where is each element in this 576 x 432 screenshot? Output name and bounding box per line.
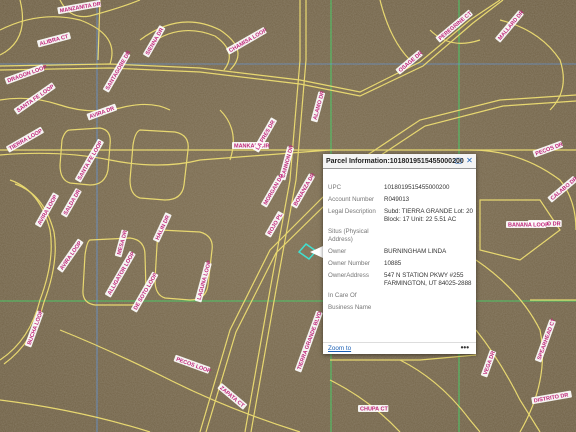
attribute-value: Subd: TIERRA GRANDE Lot: 20 Block: 17 Un… [384,208,473,223]
popup-pointer [310,246,323,258]
attribute-value [384,292,473,300]
attribute-label: Owner [328,248,347,255]
more-options-icon[interactable]: ••• [461,343,469,352]
attribute-row: Legal Description Subd: TIERRA GRANDE Lot… [328,208,473,224]
popup-title: Parcel Information:1018019515455000200 [326,158,464,165]
svg-text:BANANA LOOP: BANANA LOOP [508,223,549,229]
dock-icon[interactable]: ▢ [454,156,463,165]
attribute-value: 1018019515455000200 [384,184,450,191]
attribute-row: In Care Of [328,292,473,300]
popup-attributes[interactable]: UPC 1018019515455000200 Account Number R049… [328,184,473,338]
attribute-value: 10885 [384,260,402,267]
attribute-value: BURNINGHAM LINDA [384,248,447,255]
zoom-to-link[interactable]: Zoom to [328,345,351,352]
map-canvas[interactable]: MANZANITA DRALIBRA CTDRAGON LOOPSANTA FE… [0,0,576,432]
attribute-label: Situs (Physical Address) [328,228,369,243]
attribute-row: Business Name [328,304,473,312]
attribute-value [384,228,473,244]
popup-controls: ▢ ✕ [454,156,474,166]
road-label: BANANA LOOP [506,221,549,229]
attribute-row: OwnerAddress 547 N STATION PKWY #255 FARM… [328,272,473,288]
attribute-row: Owner BURNINGHAM LINDA [328,248,473,256]
attribute-value [384,304,473,312]
attribute-row: Situs (Physical Address) [328,228,473,244]
road-label: CHUPA CT [358,405,388,413]
attribute-label: OwnerAddress [328,272,369,279]
attribute-label: UPC [328,184,342,191]
svg-text:MANKAR CIR: MANKAR CIR [234,144,269,150]
attribute-label: Owner Number [328,260,370,267]
map-view[interactable]: MANZANITA DR ALIBRA CT DRAGON LOOP SANTA FE… [0,0,576,432]
popup-footer: Zoom to ••• [323,342,476,355]
svg-text:CHUPA CT: CHUPA CT [360,407,388,413]
parcel-popup: Parcel Information:1018019515455000200 ▢… [323,154,476,354]
attribute-label: Legal Description [328,208,376,215]
attribute-label: Account Number [328,196,375,203]
attribute-row: Owner Number 10885 [328,260,473,268]
attribute-value: 547 N STATION PKWY #255 FARMINGTON, UT 8… [384,272,472,287]
attribute-label: Business Name [328,304,372,311]
attribute-label: In Care Of [328,292,357,299]
attribute-value: R049013 [384,196,410,203]
close-icon[interactable]: ✕ [465,156,474,165]
attribute-row: Account Number R049013 [328,196,473,204]
attribute-row: UPC 1018019515455000200 [328,184,473,192]
